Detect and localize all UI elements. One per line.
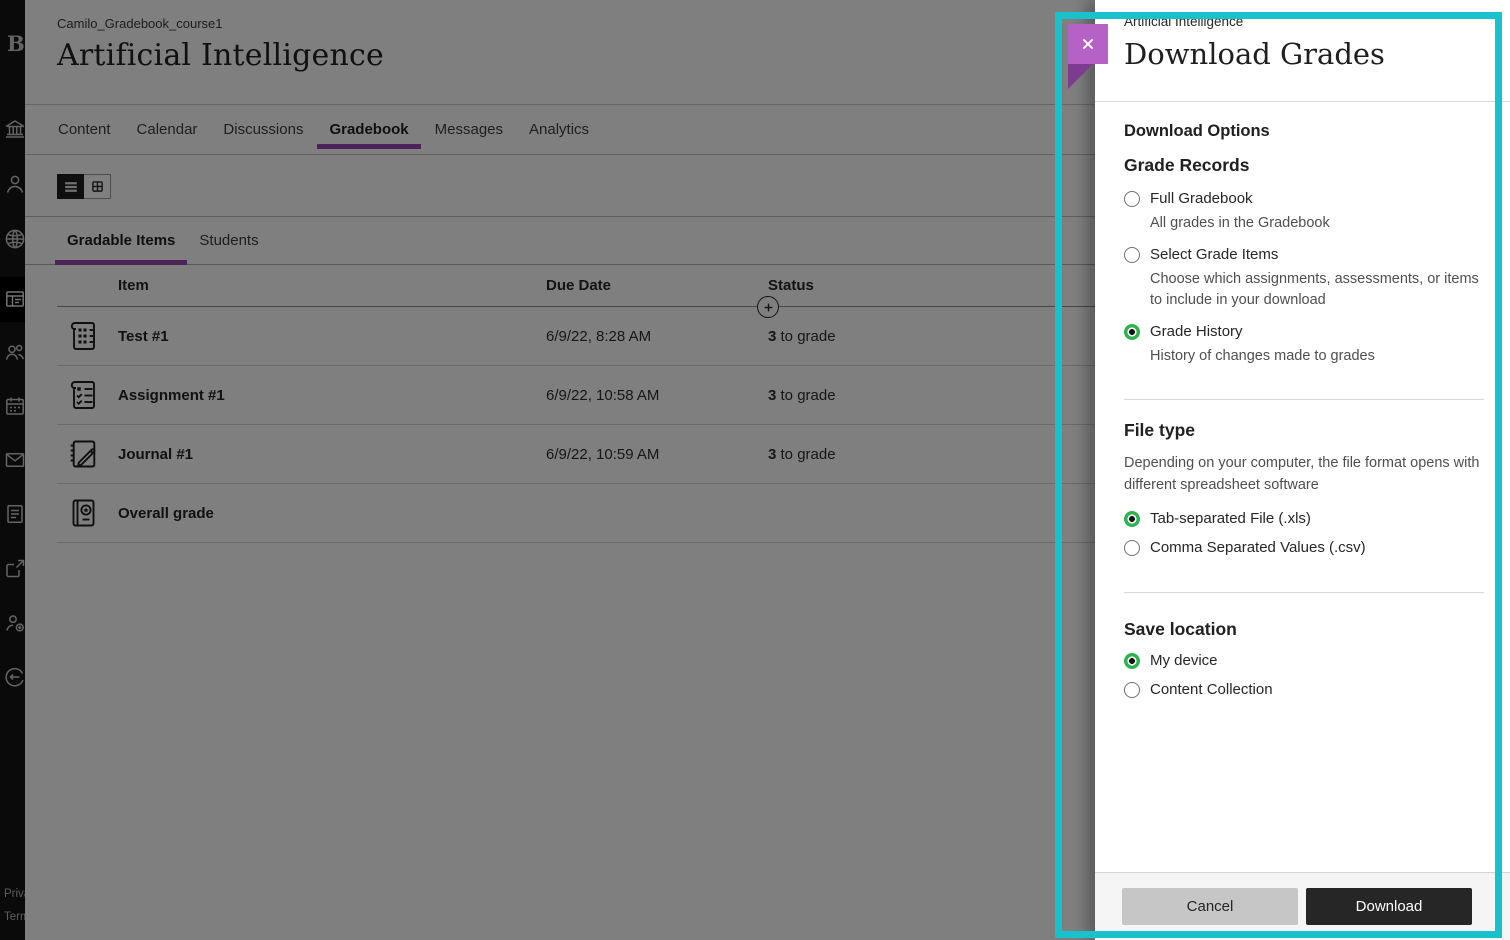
grade-records-heading: Grade Records xyxy=(1124,155,1484,176)
radio-selected-icon[interactable] xyxy=(1124,511,1140,527)
radio-label: Comma Separated Values (.csv) xyxy=(1150,539,1366,556)
radio-label: Full Gradebook xyxy=(1150,190,1253,207)
radio-label: Tab-separated File (.xls) xyxy=(1150,510,1311,527)
radio-unselected-icon[interactable] xyxy=(1124,247,1140,263)
radio-label: Content Collection xyxy=(1150,681,1273,698)
radio-label: Select Grade Items xyxy=(1150,246,1278,263)
radio-selected-icon[interactable] xyxy=(1124,324,1140,340)
close-panel-button[interactable] xyxy=(1068,24,1108,64)
radio-option-tab-separated-file-xls-[interactable]: Tab-separated File (.xls) xyxy=(1124,510,1484,527)
cancel-button[interactable]: Cancel xyxy=(1122,888,1298,925)
panel-footer: Cancel Download xyxy=(1095,872,1510,940)
radio-unselected-icon[interactable] xyxy=(1124,540,1140,556)
panel-body: Download Options Grade Records Full Grad… xyxy=(1095,102,1510,872)
save-location-heading: Save location xyxy=(1124,619,1484,640)
file-type-heading: File type xyxy=(1124,420,1484,441)
panel-breadcrumb: Artificial Intelligence xyxy=(1124,14,1490,29)
radio-option-content-collection[interactable]: Content Collection xyxy=(1124,681,1484,698)
download-grades-panel: Artificial Intelligence Download Grades … xyxy=(1095,0,1510,940)
radio-option-grade-history[interactable]: Grade History xyxy=(1124,323,1484,340)
radio-unselected-icon[interactable] xyxy=(1124,682,1140,698)
radio-option-full-gradebook[interactable]: Full Gradebook xyxy=(1124,190,1484,207)
radio-description: Choose which assignments, assessments, o… xyxy=(1150,269,1484,311)
file-type-description: Depending on your computer, the file for… xyxy=(1124,453,1484,496)
radio-option-select-grade-items[interactable]: Select Grade Items xyxy=(1124,246,1484,263)
grade-records-radio-group: Full Gradebook All grades in the Gradeboo… xyxy=(1124,190,1484,367)
radio-option-comma-separated-values-csv-[interactable]: Comma Separated Values (.csv) xyxy=(1124,539,1484,556)
close-icon xyxy=(1078,34,1098,54)
radio-description: History of changes made to grades xyxy=(1150,346,1484,367)
radio-selected-icon[interactable] xyxy=(1124,653,1140,669)
divider xyxy=(1124,399,1484,400)
file-type-radio-group: Tab-separated File (.xls) Comma Separated… xyxy=(1124,510,1484,556)
save-location-radio-group: My device Content Collection xyxy=(1124,652,1484,698)
divider xyxy=(1124,592,1484,593)
download-button[interactable]: Download xyxy=(1306,888,1472,925)
panel-header: Artificial Intelligence Download Grades xyxy=(1095,0,1510,102)
radio-description: All grades in the Gradebook xyxy=(1150,213,1484,234)
radio-unselected-icon[interactable] xyxy=(1124,191,1140,207)
panel-title: Download Grades xyxy=(1124,37,1490,71)
radio-option-my-device[interactable]: My device xyxy=(1124,652,1484,669)
radio-label: Grade History xyxy=(1150,323,1243,340)
radio-label: My device xyxy=(1150,652,1218,669)
download-options-heading: Download Options xyxy=(1124,122,1484,141)
